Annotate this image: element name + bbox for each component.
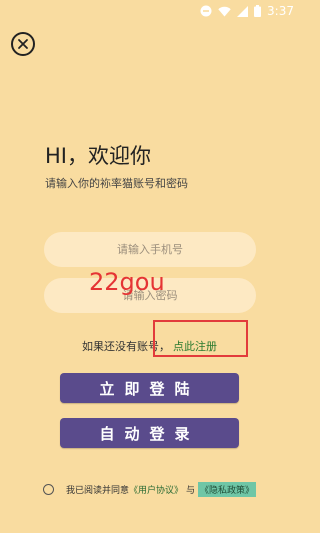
status-time: 3:37	[267, 4, 294, 18]
agreement-radio[interactable]	[43, 484, 54, 495]
page-subtitle: 请输入你的袮率猫账号和密码	[45, 177, 188, 190]
close-icon	[18, 39, 28, 49]
register-highlight-box	[153, 320, 248, 357]
battery-icon	[254, 5, 262, 17]
signal-icon	[237, 5, 249, 17]
password-field[interactable]	[44, 278, 256, 313]
privacy-policy-link[interactable]: 《隐私政策》	[198, 482, 257, 497]
wifi-icon	[218, 6, 231, 17]
page-title: HI，欢迎你	[45, 144, 151, 168]
login-button[interactable]: 立即登陆	[60, 373, 239, 403]
auto-login-button[interactable]: 自动登录	[60, 418, 239, 448]
phone-input[interactable]	[44, 232, 256, 267]
password-input[interactable]	[44, 278, 256, 313]
dnd-icon	[200, 5, 212, 17]
user-agreement-link[interactable]: 《用户协议》	[129, 483, 183, 496]
agreement-and: 与	[186, 486, 196, 496]
login-page: 3:37 HI，欢迎你 请输入你的袮率猫账号和密码 22gou 如果还没有账号，…	[0, 0, 300, 533]
phone-field[interactable]	[44, 232, 256, 267]
agreement-row: 我已阅读并同意 《用户协议》 与 《隐私政策》	[43, 482, 257, 497]
agreement-text: 我已阅读并同意	[66, 486, 130, 496]
status-bar: 3:37	[0, 0, 300, 22]
close-button[interactable]	[11, 32, 35, 56]
